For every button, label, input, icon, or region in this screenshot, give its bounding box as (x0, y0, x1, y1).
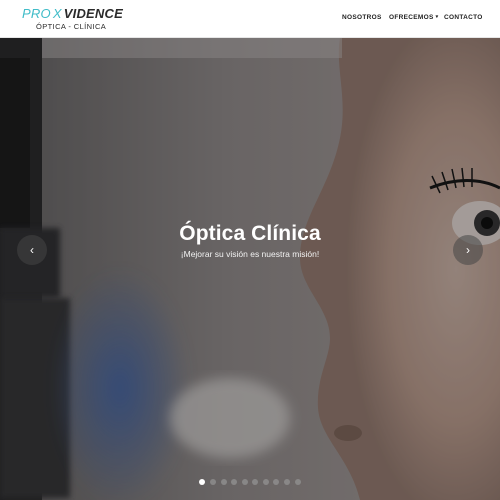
slider-next-button[interactable]: › (453, 235, 483, 265)
slider-dot[interactable] (209, 479, 216, 485)
slider-dot[interactable] (241, 479, 248, 485)
nav-item-nosotros[interactable]: NOSOTROS (342, 14, 382, 21)
slider-prev-button[interactable]: ‹ (17, 235, 47, 265)
hero-dark-overlay (0, 38, 500, 500)
nav-label-nosotros: NOSOTROS (342, 14, 382, 21)
chevron-down-icon: ▾ (435, 14, 439, 20)
slider-dot[interactable] (231, 479, 238, 485)
nav-item-ofrecemos[interactable]: OFRECEMOS ▾ (389, 14, 438, 21)
logo-x: X (52, 6, 62, 21)
chevron-left-icon: ‹ (30, 243, 34, 257)
slider-dot[interactable] (220, 479, 227, 485)
slider-pagination (0, 479, 500, 487)
chevron-right-icon: › (466, 243, 470, 257)
nav-label-contacto: CONTACTO (444, 14, 483, 21)
logo-wordmark: PRO X VIDENCE (22, 7, 123, 21)
logo-tagline: ÓPTICA - CLÍNICA (36, 22, 107, 31)
nav-item-contacto[interactable]: CONTACTO (444, 14, 483, 21)
slider-dot[interactable] (294, 479, 301, 485)
hero-title: Óptica Clínica (179, 222, 321, 245)
nav-label-ofrecemos: OFRECEMOS (389, 14, 434, 21)
hero-subtitle: ¡Mejorar su visión es nuestra misión! (180, 249, 320, 259)
slider-dot[interactable] (252, 479, 259, 485)
slider-dot[interactable] (284, 479, 291, 485)
logo-part1: PRO (22, 6, 51, 21)
slider-dot[interactable] (262, 479, 269, 485)
brand-logo[interactable]: PRO X VIDENCE ÓPTICA - CLÍNICA (22, 7, 142, 33)
hero-slider: Óptica Clínica ¡Mejorar su visión es nue… (0, 38, 500, 500)
site-header: PRO X VIDENCE ÓPTICA - CLÍNICA NOSOTROS OF… (0, 0, 500, 38)
slider-dot[interactable] (273, 479, 280, 485)
logo-part2: VIDENCE (63, 6, 123, 21)
slider-dot[interactable] (199, 479, 206, 485)
